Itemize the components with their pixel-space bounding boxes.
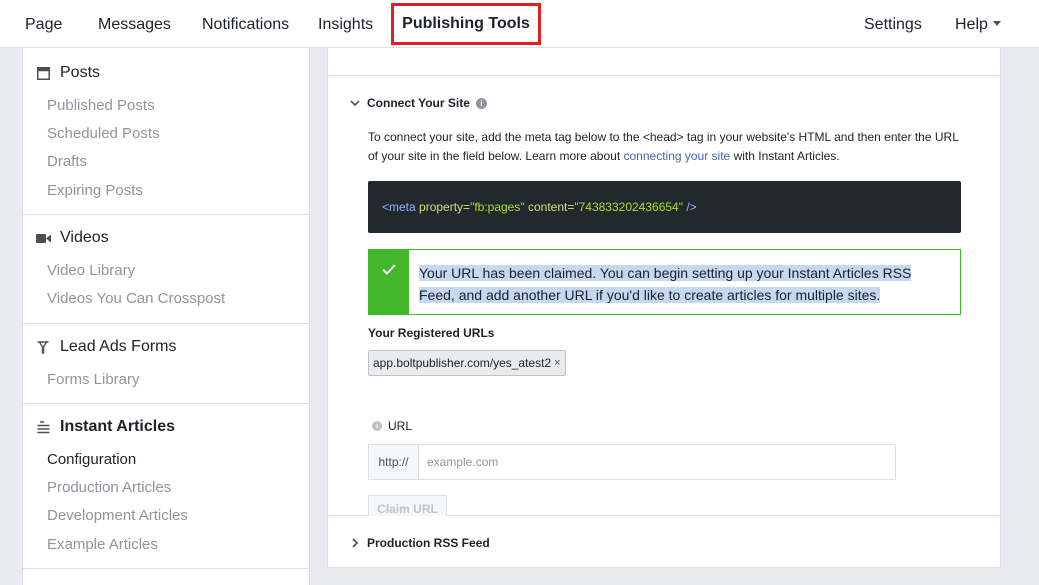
url-input-group: http:// xyxy=(368,444,896,480)
nav-messages[interactable]: Messages xyxy=(98,0,171,48)
top-navigation: Page Messages Notifications Insights Pub… xyxy=(0,0,1039,48)
nav-page[interactable]: Page xyxy=(25,0,62,48)
connect-site-title: Connect Your Site xyxy=(367,96,470,110)
meta-tag-code-block[interactable]: <meta property="fb:pages" content="74383… xyxy=(368,181,961,233)
sidebar-item-videos-crosspost[interactable]: Videos You Can Crosspost xyxy=(47,287,225,311)
sidebar-item-expiring-posts[interactable]: Expiring Posts xyxy=(47,179,143,203)
code-property-attr: property= xyxy=(419,200,471,214)
remove-url-icon[interactable]: × xyxy=(554,351,560,375)
registered-url-token: app.boltpublisher.com/yes_atest2 × xyxy=(368,350,566,376)
code-close-tag: /> xyxy=(686,200,697,214)
info-icon[interactable]: i xyxy=(475,97,487,109)
url-field-label: i URL xyxy=(372,419,412,433)
production-rss-card: Production RSS Feed xyxy=(327,516,1001,568)
code-content-attr: content= xyxy=(527,200,575,214)
sidebar-item-drafts[interactable]: Drafts xyxy=(47,150,87,174)
sidebar-item-example-articles[interactable]: Example Articles xyxy=(47,533,158,557)
registered-urls-label: Your Registered URLs xyxy=(368,326,495,340)
main-panel: Connect Your Site i To connect your site… xyxy=(327,48,1001,585)
info-icon[interactable]: i xyxy=(372,421,382,431)
sidebar-header-videos-label: Videos xyxy=(60,229,109,246)
connecting-your-site-link[interactable]: connecting your site xyxy=(624,149,731,163)
code-open-tag: <meta xyxy=(382,200,416,214)
production-rss-title: Production RSS Feed xyxy=(367,536,490,550)
success-message: Your URL has been claimed. You can begin… xyxy=(419,262,949,306)
sidebar-divider xyxy=(23,214,309,215)
nav-settings[interactable]: Settings xyxy=(864,0,922,48)
sidebar-header-instant-articles[interactable]: Instant Articles xyxy=(35,415,175,439)
sidebar-header-videos[interactable]: Videos xyxy=(35,226,109,250)
sidebar-divider xyxy=(23,568,309,569)
nav-insights[interactable]: Insights xyxy=(318,0,373,48)
sidebar-header-posts[interactable]: Posts xyxy=(35,61,100,85)
url-label-text: URL xyxy=(388,419,413,433)
code-property-value: "fb:pages" xyxy=(470,200,525,214)
sidebar-divider xyxy=(23,403,309,404)
connect-site-card: Connect Your Site i To connect your site… xyxy=(327,76,1001,523)
sidebar-item-forms-library[interactable]: Forms Library xyxy=(47,368,140,392)
url-input[interactable] xyxy=(419,445,895,479)
sidebar-item-video-library[interactable]: Video Library xyxy=(47,259,135,283)
sidebar: Posts Published Posts Scheduled Posts Dr… xyxy=(22,48,310,585)
video-camera-icon xyxy=(35,230,51,246)
nav-publishing-tools[interactable]: Publishing Tools xyxy=(391,3,541,45)
posts-icon xyxy=(35,65,51,81)
production-rss-toggle[interactable]: Production RSS Feed xyxy=(350,536,490,550)
sidebar-item-configuration[interactable]: Configuration xyxy=(47,448,136,472)
sidebar-header-lead-ads-label: Lead Ads Forms xyxy=(60,338,177,355)
url-claimed-success-banner: Your URL has been claimed. You can begin… xyxy=(368,249,961,315)
connect-site-toggle[interactable]: Connect Your Site i xyxy=(350,96,487,110)
sidebar-item-scheduled-posts[interactable]: Scheduled Posts xyxy=(47,122,160,146)
previous-section-card xyxy=(327,48,1001,76)
code-content-value: "743833202436654" xyxy=(574,200,683,214)
chevron-right-icon xyxy=(352,538,359,548)
chevron-down-icon xyxy=(992,21,1001,26)
chevron-down-icon xyxy=(350,100,360,107)
registered-url-text: app.boltpublisher.com/yes_atest2 xyxy=(373,356,552,370)
sidebar-header-lead-ads[interactable]: Lead Ads Forms xyxy=(35,335,177,359)
sidebar-item-development-articles[interactable]: Development Articles xyxy=(47,504,188,528)
sidebar-header-instant-articles-label: Instant Articles xyxy=(60,418,175,435)
url-prefix: http:// xyxy=(369,445,419,479)
sidebar-header-posts-label: Posts xyxy=(60,64,101,81)
nav-notifications[interactable]: Notifications xyxy=(202,0,289,48)
connect-site-description: To connect your site, add the meta tag b… xyxy=(368,128,968,166)
funnel-icon xyxy=(35,339,51,355)
checkmark-icon xyxy=(369,250,409,314)
article-lines-icon xyxy=(35,419,51,435)
sidebar-divider xyxy=(23,323,309,324)
nav-help-label: Help xyxy=(955,16,988,33)
sidebar-item-production-articles[interactable]: Production Articles xyxy=(47,476,171,500)
sidebar-item-published-posts[interactable]: Published Posts xyxy=(47,94,155,118)
success-message-text: Your URL has been claimed. You can begin… xyxy=(419,265,912,303)
description-text-end: with Instant Articles. xyxy=(730,149,840,163)
nav-help[interactable]: Help xyxy=(955,0,1001,48)
